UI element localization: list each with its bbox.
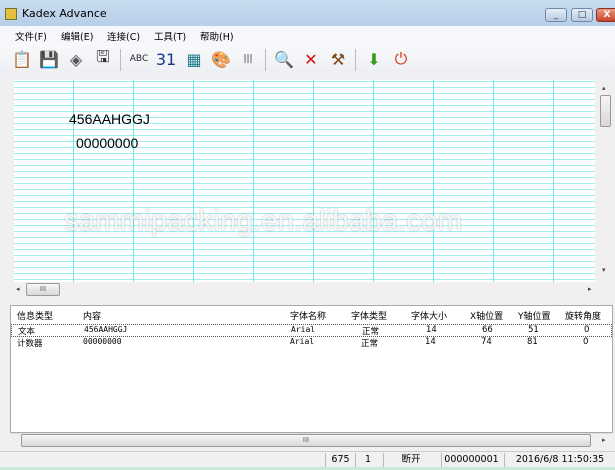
table-row[interactable]: 计数器 00000000 Arial 正常 14 74 81 0 xyxy=(11,337,612,350)
table-cell: 正常 xyxy=(362,327,380,337)
status-bar: 675 1 断开 000000001 2016/6/8 11:50:35 xyxy=(0,451,615,467)
status-field: 1 xyxy=(355,453,380,467)
menu-file[interactable]: 文件(F) xyxy=(15,29,47,43)
maximize-button[interactable]: □ xyxy=(571,8,593,22)
scroll-thumb[interactable] xyxy=(600,95,611,127)
scroll-down-icon[interactable]: ▾ xyxy=(602,266,606,274)
column-header[interactable]: Y轴位置 xyxy=(518,309,551,322)
tools-icon[interactable]: ⚒ xyxy=(326,47,350,71)
title-bar: Kadex Advance _ □ X xyxy=(0,0,615,26)
column-header[interactable]: 旋转角度 xyxy=(565,309,601,322)
table-cell: 00000000 xyxy=(83,337,122,346)
save-all-icon[interactable]: 🖫 xyxy=(91,47,115,71)
scroll-right-icon[interactable]: ▸ xyxy=(602,436,606,444)
canvas-counter-item[interactable]: 00000000 xyxy=(76,135,138,151)
barcode-icon[interactable]: ||| xyxy=(236,47,260,71)
canvas-text-item[interactable]: 456AAHGGJ xyxy=(69,111,150,127)
search-icon[interactable]: 🔍 xyxy=(272,47,296,71)
menu-tools[interactable]: 工具(T) xyxy=(154,29,186,43)
table-cell: 74 xyxy=(481,337,492,347)
table-cell: 81 xyxy=(527,337,538,347)
table-cell: 0 xyxy=(583,337,589,347)
close-button[interactable]: X xyxy=(596,8,615,22)
table-cell: 文本 xyxy=(18,327,36,337)
toolbar-separator xyxy=(265,49,266,71)
counter-icon[interactable]: ▦ xyxy=(182,47,206,71)
column-header[interactable]: X轴位置 xyxy=(470,309,503,322)
app-icon xyxy=(5,8,17,20)
column-header[interactable]: 信息类型 xyxy=(17,309,53,322)
table-cell: 66 xyxy=(482,325,493,335)
column-header[interactable]: 字体类型 xyxy=(351,309,387,322)
table-cell: Arial xyxy=(291,325,316,334)
eraser-icon[interactable]: ◈ xyxy=(64,47,88,71)
status-counter: 000000001 xyxy=(441,453,501,467)
menu-edit[interactable]: 编辑(E) xyxy=(61,29,93,43)
minimize-button[interactable]: _ xyxy=(545,8,567,22)
download-icon[interactable]: ⬇ xyxy=(362,47,386,71)
abc-font-icon[interactable]: ABC xyxy=(127,47,151,71)
toolbar: 📋 💾 ◈ 🖫 ABC 31 ▦ 🎨 ||| 🔍 ✕ ⚒ ⬇ ⏻ xyxy=(0,43,615,77)
scroll-up-icon[interactable]: ▴ xyxy=(602,84,606,92)
table-cell: 14 xyxy=(426,325,437,335)
table-cell: 456AAHGGJ xyxy=(84,325,128,334)
watermark: sammipacking.en.alibaba.com xyxy=(64,205,463,237)
power-icon[interactable]: ⏻ xyxy=(389,47,413,71)
delete-icon[interactable]: ✕ xyxy=(299,47,323,71)
palette-icon[interactable]: 🎨 xyxy=(209,47,233,71)
import-icon[interactable]: 💾 xyxy=(37,47,61,71)
toolbar-separator xyxy=(120,49,121,71)
toolbar-separator xyxy=(355,49,356,71)
status-field: 675 xyxy=(325,453,355,467)
scroll-left-icon[interactable]: ◂ xyxy=(16,285,20,293)
window-title: Kadex Advance xyxy=(22,7,107,20)
connection-status: 断开 xyxy=(383,453,438,467)
table-cell: 计数器 xyxy=(17,339,43,349)
column-header[interactable]: 字体大小 xyxy=(411,309,447,322)
menu-bar: 文件(F) 编辑(E) 连接(C) 工具(T) 帮助(H) xyxy=(0,26,615,43)
table-cell: 0 xyxy=(584,325,590,335)
list-header: 信息类型 内容 字体名称 字体类型 字体大小 X轴位置 Y轴位置 旋转角度 xyxy=(11,309,612,322)
menu-connect[interactable]: 连接(C) xyxy=(107,29,140,43)
calendar-icon[interactable]: 31 xyxy=(154,47,178,71)
label-design-canvas[interactable]: 456AAHGGJ 00000000 xyxy=(14,80,595,282)
scroll-thumb[interactable]: III xyxy=(21,434,591,447)
element-list: 信息类型 内容 字体名称 字体类型 字体大小 X轴位置 Y轴位置 旋转角度 文本… xyxy=(10,305,613,447)
scroll-thumb[interactable]: III xyxy=(26,283,60,296)
status-field xyxy=(0,453,325,467)
column-header[interactable]: 字体名称 xyxy=(290,309,326,322)
canvas-vertical-scrollbar[interactable]: ▴ ▾ xyxy=(598,80,613,282)
list-horizontal-scrollbar[interactable]: III ▸ xyxy=(11,433,612,447)
table-row[interactable]: 文本 456AAHGGJ Arial 正常 14 66 51 0 xyxy=(11,324,612,337)
column-header[interactable]: 内容 xyxy=(83,309,101,322)
canvas-horizontal-scrollbar[interactable]: ◂ III ▸ xyxy=(14,283,598,297)
table-cell: 51 xyxy=(528,325,539,335)
table-cell: Arial xyxy=(290,337,315,346)
menu-help[interactable]: 帮助(H) xyxy=(200,29,234,43)
table-cell: 正常 xyxy=(361,339,379,349)
scroll-right-icon[interactable]: ▸ xyxy=(588,285,592,293)
status-datetime: 2016/6/8 11:50:35 xyxy=(504,453,615,467)
table-cell: 14 xyxy=(425,337,436,347)
clipboard-icon[interactable]: 📋 xyxy=(10,47,34,71)
